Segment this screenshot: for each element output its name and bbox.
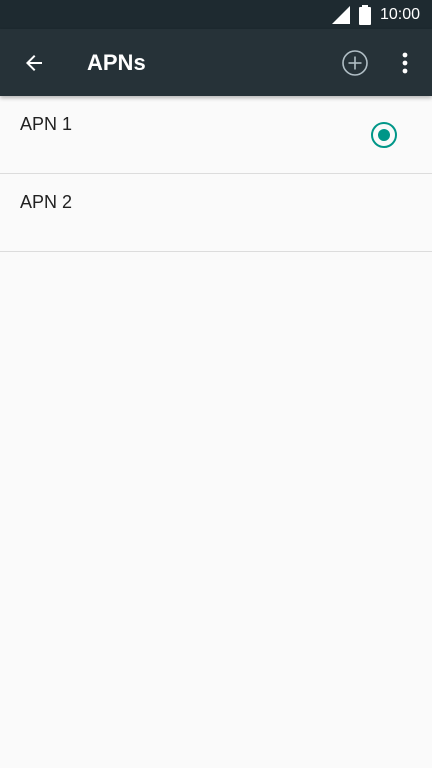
- battery-icon: [359, 5, 371, 25]
- app-bar: APNs: [0, 29, 432, 96]
- signal-icon: [332, 6, 350, 24]
- more-options-button[interactable]: [388, 42, 422, 84]
- apn-list: APN 1 APN 2: [0, 96, 432, 252]
- page-title: APNs: [87, 50, 146, 75]
- apn-item-1[interactable]: APN 1: [0, 96, 432, 174]
- apn-name: APN 1: [20, 114, 73, 134]
- back-button[interactable]: [14, 43, 54, 83]
- more-vert-icon: [402, 52, 408, 74]
- add-apn-button[interactable]: [334, 42, 376, 84]
- apn-item-2[interactable]: APN 2: [0, 174, 432, 252]
- apn-radio-selected[interactable]: [371, 122, 397, 148]
- status-clock: 10:00: [380, 6, 421, 23]
- add-circle-icon: [342, 50, 368, 76]
- apn-settings-screen: 10:00 APNs APN 1 APN 2: [0, 0, 432, 768]
- apn-name: APN 2: [20, 192, 73, 212]
- arrow-back-icon: [26, 55, 42, 71]
- status-bar: 10:00: [0, 0, 432, 29]
- radio-dot: [378, 129, 390, 141]
